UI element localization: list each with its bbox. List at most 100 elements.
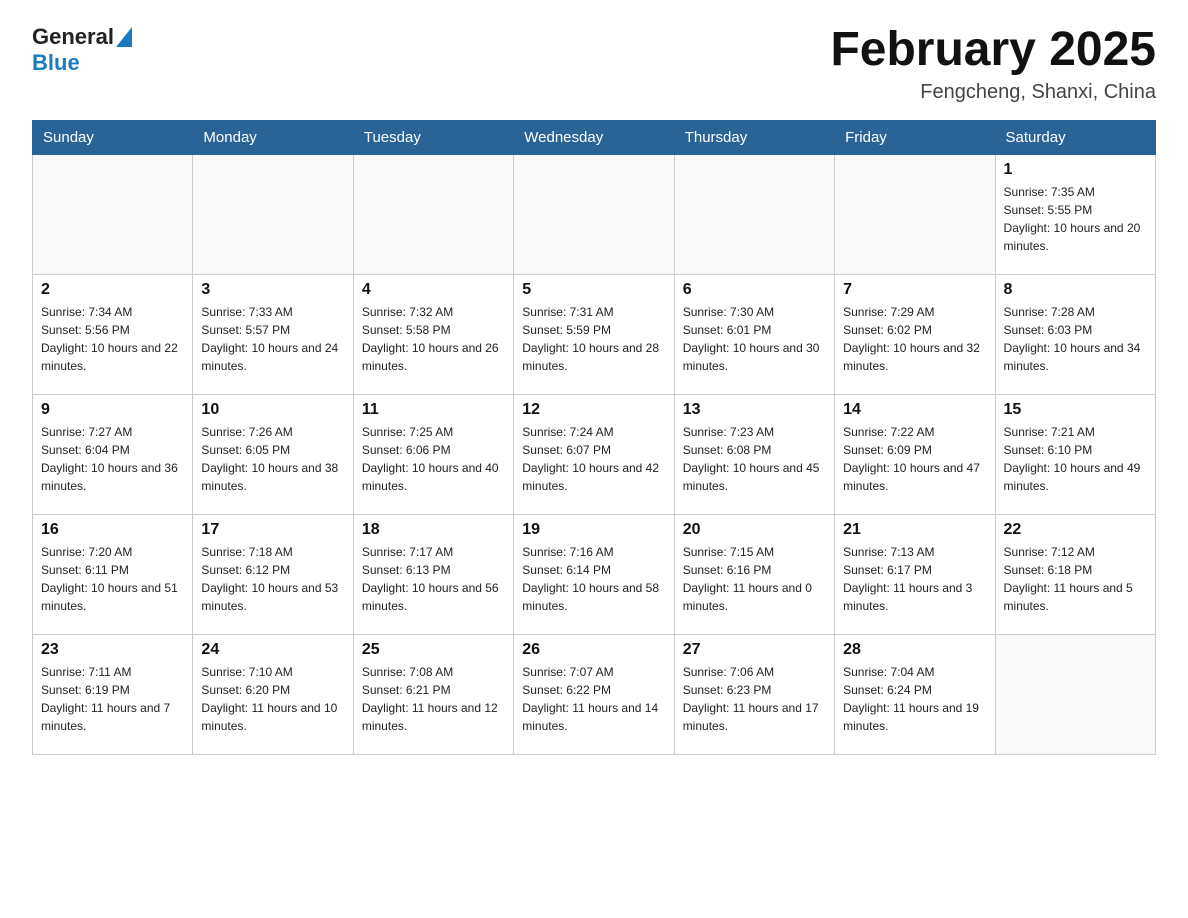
weekday-header-monday: Monday (193, 120, 353, 154)
calendar-cell: 24Sunrise: 7:10 AMSunset: 6:20 PMDayligh… (193, 634, 353, 754)
day-number: 17 (201, 521, 344, 539)
day-number: 18 (362, 521, 505, 539)
day-number: 19 (522, 521, 665, 539)
day-info: Sunrise: 7:28 AMSunset: 6:03 PMDaylight:… (1004, 303, 1147, 375)
day-info: Sunrise: 7:31 AMSunset: 5:59 PMDaylight:… (522, 303, 665, 375)
day-number: 8 (1004, 281, 1147, 299)
day-info: Sunrise: 7:27 AMSunset: 6:04 PMDaylight:… (41, 423, 184, 495)
page-header: General Blue February 2025 Fengcheng, Sh… (32, 24, 1156, 104)
calendar-cell (33, 154, 193, 274)
calendar-cell (674, 154, 834, 274)
calendar-table: SundayMondayTuesdayWednesdayThursdayFrid… (32, 120, 1156, 755)
calendar-cell (835, 154, 995, 274)
title-block: February 2025 Fengcheng, Shanxi, China (830, 24, 1156, 104)
calendar-cell: 5 Sunrise: 7:31 AMSunset: 5:59 PMDaylight… (514, 274, 674, 394)
calendar-cell: 10 Sunrise: 7:26 AMSunset: 6:05 PMDayligh… (193, 394, 353, 514)
calendar-cell (514, 154, 674, 274)
calendar-cell: 25 Sunrise: 7:08 AMSunset: 6:21 PMDayligh… (353, 634, 513, 754)
calendar-cell: 4 Sunrise: 7:32 AMSunset: 5:58 PMDaylight… (353, 274, 513, 394)
calendar-cell: 7 Sunrise: 7:29 AMSunset: 6:02 PMDaylight… (835, 274, 995, 394)
day-info: Sunrise: 7:34 AMSunset: 5:56 PMDaylight:… (41, 303, 184, 375)
day-info: Sunrise: 7:24 AMSunset: 6:07 PMDaylight:… (522, 423, 665, 495)
day-info: Sunrise: 7:26 AMSunset: 6:05 PMDaylight:… (201, 423, 344, 495)
day-number: 12 (522, 401, 665, 419)
day-number: 6 (683, 281, 826, 299)
weekday-header-saturday: Saturday (995, 120, 1155, 154)
day-info: Sunrise: 7:10 AMSunset: 6:20 PMDaylight:… (201, 663, 344, 735)
calendar-cell: 2 Sunrise: 7:34 AMSunset: 5:56 PMDaylight… (33, 274, 193, 394)
day-info: Sunrise: 7:35 AMSunset: 5:55 PMDaylight:… (1004, 183, 1147, 255)
weekday-header-thursday: Thursday (674, 120, 834, 154)
day-number: 22 (1004, 521, 1147, 539)
calendar-cell: 3Sunrise: 7:33 AMSunset: 5:57 PMDaylight… (193, 274, 353, 394)
day-info: Sunrise: 7:07 AMSunset: 6:22 PMDaylight:… (522, 663, 665, 735)
day-number: 7 (843, 281, 986, 299)
calendar-cell: 23 Sunrise: 7:11 AMSunset: 6:19 PMDayligh… (33, 634, 193, 754)
location-title: Fengcheng, Shanxi, China (830, 81, 1156, 104)
calendar-cell (353, 154, 513, 274)
day-number: 14 (843, 401, 986, 419)
calendar-cell: 9Sunrise: 7:27 AMSunset: 6:04 PMDaylight… (33, 394, 193, 514)
calendar-cell: 21 Sunrise: 7:13 AMSunset: 6:17 PMDayligh… (835, 514, 995, 634)
weekday-header-tuesday: Tuesday (353, 120, 513, 154)
week-row-3: 9Sunrise: 7:27 AMSunset: 6:04 PMDaylight… (33, 394, 1156, 514)
calendar-cell: 11Sunrise: 7:25 AMSunset: 6:06 PMDayligh… (353, 394, 513, 514)
calendar-cell: 13 Sunrise: 7:23 AMSunset: 6:08 PMDayligh… (674, 394, 834, 514)
day-info: Sunrise: 7:20 AMSunset: 6:11 PMDaylight:… (41, 543, 184, 615)
calendar-cell: 18 Sunrise: 7:17 AMSunset: 6:13 PMDayligh… (353, 514, 513, 634)
day-info: Sunrise: 7:11 AMSunset: 6:19 PMDaylight:… (41, 663, 184, 735)
calendar-cell: 28 Sunrise: 7:04 AMSunset: 6:24 PMDayligh… (835, 634, 995, 754)
day-number: 26 (522, 641, 665, 659)
logo-blue-text: Blue (32, 50, 80, 76)
calendar-cell: 12 Sunrise: 7:24 AMSunset: 6:07 PMDayligh… (514, 394, 674, 514)
day-number: 28 (843, 641, 986, 659)
day-info: Sunrise: 7:30 AMSunset: 6:01 PMDaylight:… (683, 303, 826, 375)
day-info: Sunrise: 7:22 AMSunset: 6:09 PMDaylight:… (843, 423, 986, 495)
day-info: Sunrise: 7:15 AMSunset: 6:16 PMDaylight:… (683, 543, 826, 615)
calendar-cell (995, 634, 1155, 754)
day-number: 2 (41, 281, 184, 299)
week-row-5: 23 Sunrise: 7:11 AMSunset: 6:19 PMDayligh… (33, 634, 1156, 754)
day-info: Sunrise: 7:29 AMSunset: 6:02 PMDaylight:… (843, 303, 986, 375)
calendar-cell: 8 Sunrise: 7:28 AMSunset: 6:03 PMDaylight… (995, 274, 1155, 394)
day-info: Sunrise: 7:17 AMSunset: 6:13 PMDaylight:… (362, 543, 505, 615)
day-info: Sunrise: 7:13 AMSunset: 6:17 PMDaylight:… (843, 543, 986, 615)
day-number: 25 (362, 641, 505, 659)
day-info: Sunrise: 7:12 AMSunset: 6:18 PMDaylight:… (1004, 543, 1147, 615)
logo-arrow-icon (116, 27, 132, 47)
weekday-header-friday: Friday (835, 120, 995, 154)
calendar-cell: 26 Sunrise: 7:07 AMSunset: 6:22 PMDayligh… (514, 634, 674, 754)
calendar-cell: 20 Sunrise: 7:15 AMSunset: 6:16 PMDayligh… (674, 514, 834, 634)
calendar-cell: 14 Sunrise: 7:22 AMSunset: 6:09 PMDayligh… (835, 394, 995, 514)
day-number: 20 (683, 521, 826, 539)
day-info: Sunrise: 7:04 AMSunset: 6:24 PMDaylight:… (843, 663, 986, 735)
logo: General Blue (32, 24, 132, 76)
weekday-header-wednesday: Wednesday (514, 120, 674, 154)
calendar-cell: 27Sunrise: 7:06 AMSunset: 6:23 PMDayligh… (674, 634, 834, 754)
day-number: 4 (362, 281, 505, 299)
calendar-cell: 6 Sunrise: 7:30 AMSunset: 6:01 PMDaylight… (674, 274, 834, 394)
day-number: 23 (41, 641, 184, 659)
day-info: Sunrise: 7:32 AMSunset: 5:58 PMDaylight:… (362, 303, 505, 375)
day-number: 13 (683, 401, 826, 419)
calendar-cell: 22 Sunrise: 7:12 AMSunset: 6:18 PMDayligh… (995, 514, 1155, 634)
day-info: Sunrise: 7:08 AMSunset: 6:21 PMDaylight:… (362, 663, 505, 735)
day-number: 3 (201, 281, 344, 299)
day-number: 1 (1004, 161, 1147, 179)
day-info: Sunrise: 7:16 AMSunset: 6:14 PMDaylight:… (522, 543, 665, 615)
day-number: 16 (41, 521, 184, 539)
day-number: 27 (683, 641, 826, 659)
calendar-cell: 1 Sunrise: 7:35 AMSunset: 5:55 PMDaylight… (995, 154, 1155, 274)
calendar-cell: 17 Sunrise: 7:18 AMSunset: 6:12 PMDayligh… (193, 514, 353, 634)
day-info: Sunrise: 7:23 AMSunset: 6:08 PMDaylight:… (683, 423, 826, 495)
day-number: 10 (201, 401, 344, 419)
weekday-header-sunday: Sunday (33, 120, 193, 154)
day-info: Sunrise: 7:18 AMSunset: 6:12 PMDaylight:… (201, 543, 344, 615)
day-info: Sunrise: 7:21 AMSunset: 6:10 PMDaylight:… (1004, 423, 1147, 495)
day-number: 21 (843, 521, 986, 539)
calendar-cell: 19 Sunrise: 7:16 AMSunset: 6:14 PMDayligh… (514, 514, 674, 634)
calendar-cell: 16 Sunrise: 7:20 AMSunset: 6:11 PMDayligh… (33, 514, 193, 634)
day-info: Sunrise: 7:25 AMSunset: 6:06 PMDaylight:… (362, 423, 505, 495)
week-row-2: 2 Sunrise: 7:34 AMSunset: 5:56 PMDaylight… (33, 274, 1156, 394)
day-number: 5 (522, 281, 665, 299)
